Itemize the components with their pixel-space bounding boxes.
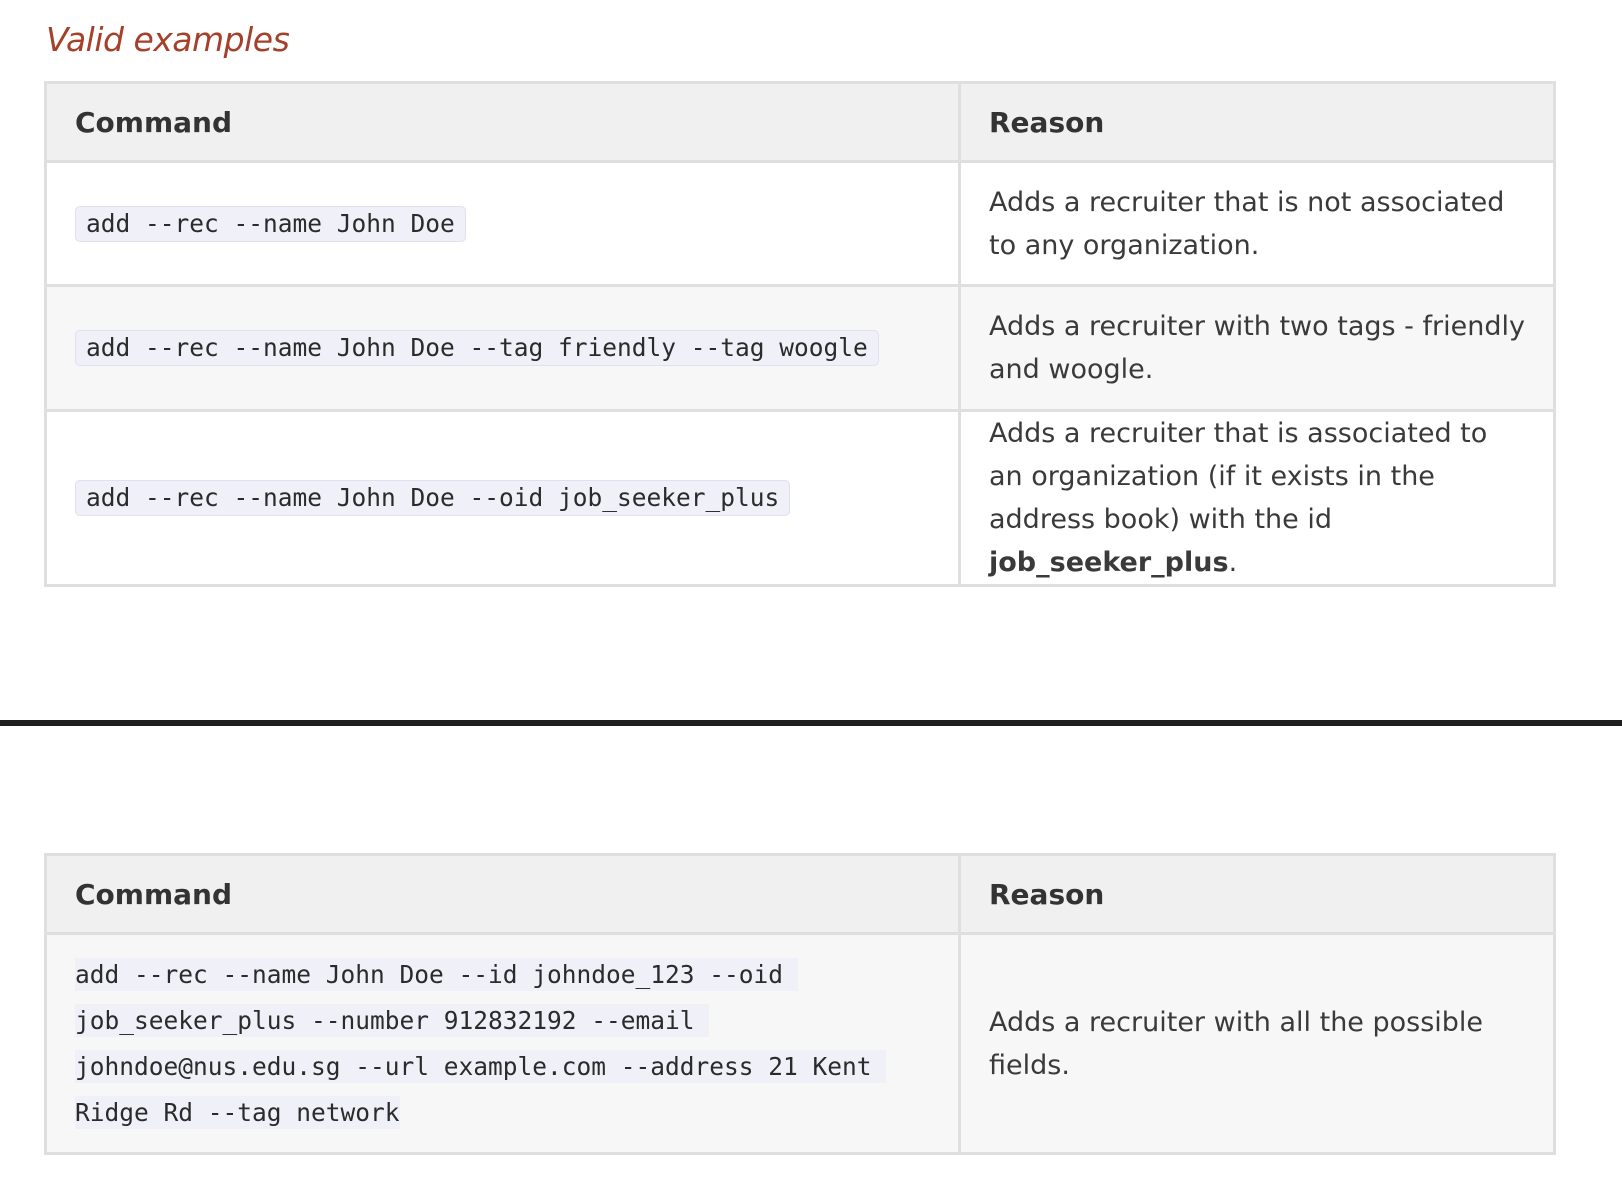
table-row: add --rec --name John Doe Adds a recruit… [44, 160, 1556, 287]
column-header-reason: Reason [958, 853, 1556, 935]
table-row: add --rec --name John Doe --id johndoe_1… [44, 932, 1556, 1155]
column-header-reason: Reason [958, 81, 1556, 163]
reason-text: Adds a recruiter that is associated to a… [989, 418, 1488, 535]
command-code[interactable]: add --rec --name John Doe --oid job_seek… [75, 480, 791, 516]
column-header-command: Command [44, 853, 961, 935]
section-heading: Valid examples [46, 20, 290, 59]
command-cell: add --rec --name John Doe --id johndoe_1… [44, 932, 961, 1155]
reason-cell: Adds a recruiter that is associated to a… [958, 409, 1556, 587]
command-code[interactable]: add --rec --name John Doe [75, 205, 466, 242]
command-code[interactable]: add --rec --name John Doe --id johndoe_1… [75, 957, 887, 1129]
command-cell: add --rec --name John Doe [44, 160, 961, 287]
table-row: add --rec --name John Doe --tag friendly… [44, 284, 1556, 412]
reason-cell: Adds a recruiter with two tags - friendl… [958, 284, 1556, 412]
horizontal-divider [0, 720, 1622, 726]
command-code[interactable]: add --rec --name John Doe --tag friendly… [75, 330, 879, 366]
organization-id: job_seeker_plus [989, 547, 1229, 578]
reason-cell: Adds a recruiter that is not associated … [958, 160, 1556, 287]
table-header-row: Command Reason [44, 81, 1556, 163]
command-cell: add --rec --name John Doe --oid job_seek… [44, 409, 961, 587]
table-header-row: Command Reason [44, 853, 1556, 935]
valid-examples-table: Command Reason add --rec --name John Doe… [44, 81, 1556, 587]
reason-suffix: . [1228, 547, 1238, 578]
command-cell: add --rec --name John Doe --tag friendly… [44, 284, 961, 412]
table-row: add --rec --name John Doe --oid job_seek… [44, 409, 1556, 587]
column-header-command: Command [44, 81, 961, 163]
all-fields-table: Command Reason add --rec --name John Doe… [44, 853, 1556, 1155]
reason-cell: Adds a recruiter with all the possible f… [958, 932, 1556, 1155]
